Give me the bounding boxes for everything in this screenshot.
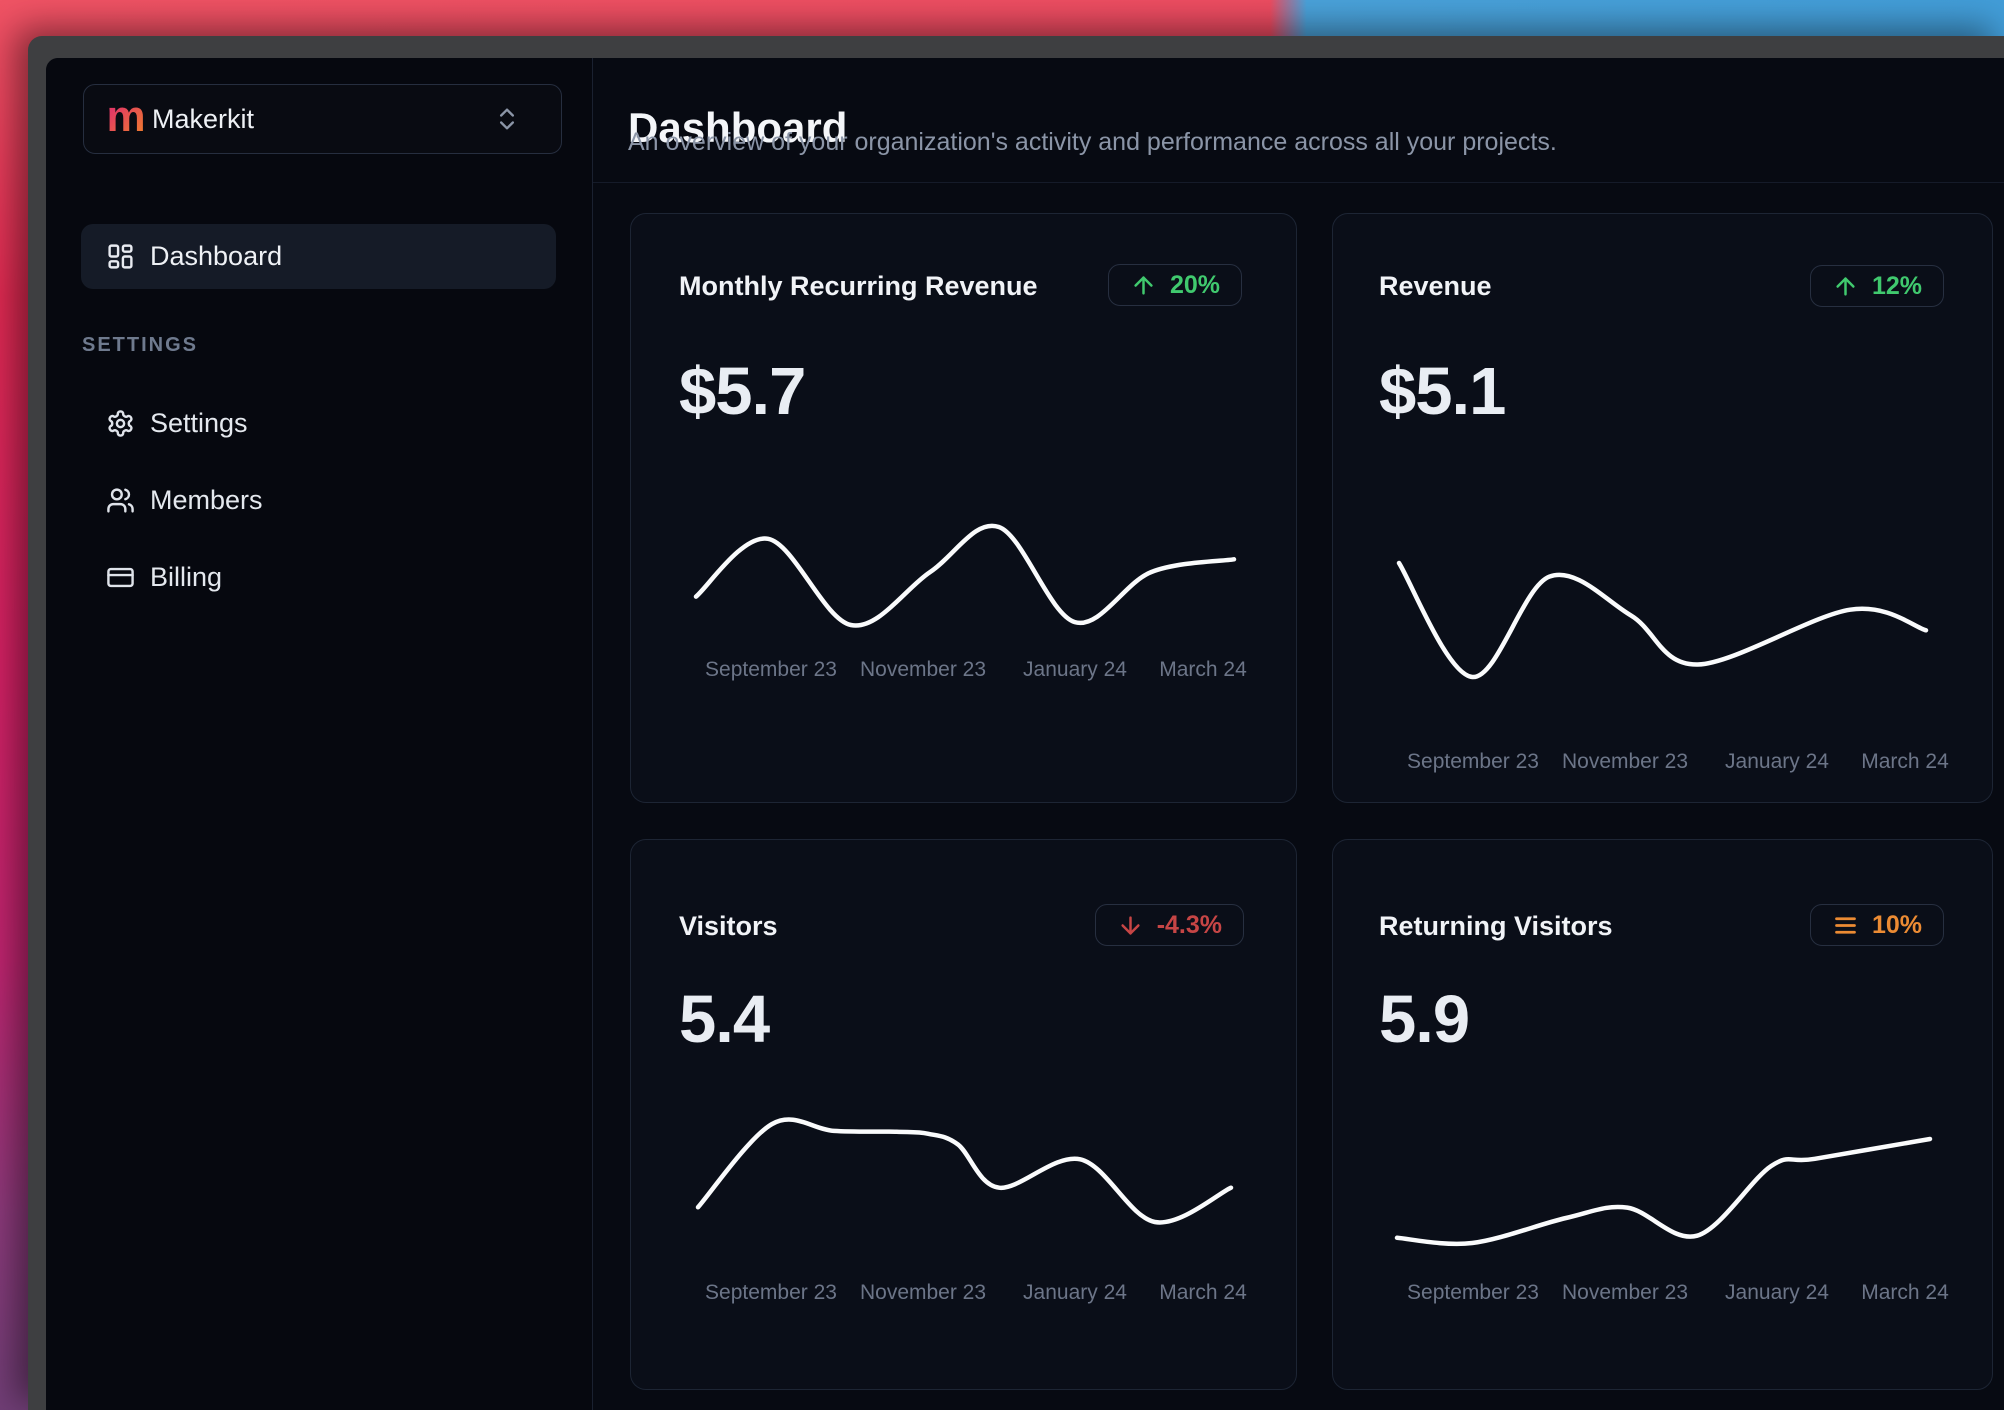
sidebar: m Makerkit Dashboard SETTINGS Settings M…: [46, 58, 593, 1410]
card-title: Visitors: [679, 911, 778, 941]
sidebar-item-settings[interactable]: Settings: [81, 391, 556, 455]
card-title: Returning Visitors: [1379, 911, 1613, 941]
x-axis-tick: January 24: [1023, 1281, 1127, 1304]
x-axis-tick: September 23: [705, 1281, 837, 1304]
page-subtitle: An overview of your organization's activ…: [628, 128, 1557, 156]
sidebar-item-dashboard[interactable]: Dashboard: [81, 224, 556, 289]
card-returning-visitors: Returning Visitors 10% 5.9 September 23 …: [1332, 839, 1993, 1390]
x-axis-tick: March 24: [1861, 1281, 1949, 1304]
card-title: Revenue: [1379, 271, 1492, 301]
x-axis-tick: November 23: [1561, 750, 1689, 773]
metric-value: 5.9: [1379, 982, 1470, 1057]
chevrons-up-down-icon: [493, 105, 521, 133]
workspace-name: Makerkit: [152, 104, 255, 134]
workspace-selector[interactable]: m Makerkit: [83, 84, 562, 154]
x-axis-labels: September 23 November 23 January 24 Marc…: [1333, 750, 1992, 776]
menu-icon: [1835, 916, 1856, 934]
makerkit-logo: m: [104, 95, 148, 141]
x-axis-labels: September 23 November 23 January 24 Marc…: [1333, 1281, 1992, 1307]
sidebar-item-billing[interactable]: Billing: [81, 545, 556, 609]
metric-value: $5.1: [1379, 354, 1506, 429]
sidebar-section-label: SETTINGS: [82, 334, 199, 356]
app-content: m Makerkit Dashboard SETTINGS Settings M…: [46, 58, 2004, 1410]
gear-icon: [106, 409, 135, 438]
sidebar-item-label: Members: [150, 485, 263, 515]
x-axis-tick: November 23: [1561, 1281, 1689, 1304]
sidebar-item-label: Settings: [150, 408, 248, 438]
metric-value: 5.4: [679, 982, 770, 1057]
trend-badge: 12%: [1809, 265, 1944, 307]
arrow-up-icon: [1134, 275, 1153, 295]
sidebar-item-members[interactable]: Members: [81, 468, 556, 532]
x-axis-tick: March 24: [1861, 750, 1949, 773]
card-title: Monthly Recurring Revenue: [679, 271, 1038, 301]
x-axis-tick: September 23: [705, 658, 837, 681]
layout-dashboard-icon: [106, 242, 135, 271]
metric-value: $5.7: [679, 354, 806, 429]
trend-value: -4.3%: [1156, 910, 1222, 939]
x-axis-tick: January 24: [1023, 658, 1127, 681]
x-axis-tick: January 24: [1725, 1281, 1829, 1304]
x-axis-tick: November 23: [859, 1281, 987, 1304]
trend-badge: 20%: [1107, 264, 1242, 306]
x-axis-tick: September 23: [1407, 1281, 1539, 1304]
x-axis-tick: March 24: [1159, 1281, 1247, 1304]
sidebar-item-label: Billing: [150, 562, 223, 592]
credit-card-icon: [106, 563, 135, 592]
x-axis-labels: September 23 November 23 January 24 Marc…: [631, 1281, 1296, 1307]
trend-value: 12%: [1871, 271, 1922, 300]
x-axis-labels: September 23 November 23 January 24 Marc…: [631, 658, 1296, 684]
x-axis-tick: January 24: [1725, 750, 1829, 773]
trend-badge: -4.3%: [1094, 904, 1244, 946]
card-monthly-recurring-revenue: Monthly Recurring Revenue 20% $5.7 Septe…: [630, 213, 1297, 803]
card-revenue: Revenue 12% $5.1 September 23 November 2…: [1332, 213, 1993, 803]
x-axis-tick: September 23: [1407, 750, 1539, 773]
card-visitors: Visitors -4.3% 5.4 September 23 November…: [630, 839, 1297, 1390]
arrow-up-icon: [1836, 276, 1855, 296]
x-axis-tick: November 23: [859, 658, 987, 681]
users-icon: [106, 486, 135, 515]
header-divider: [593, 182, 2004, 183]
sidebar-item-label: Dashboard: [150, 241, 283, 271]
trend-value: 10%: [1871, 910, 1922, 939]
x-axis-tick: March 24: [1159, 658, 1247, 681]
arrow-down-icon: [1121, 915, 1140, 935]
trend-value: 20%: [1169, 270, 1220, 299]
trend-badge: 10%: [1809, 904, 1944, 946]
